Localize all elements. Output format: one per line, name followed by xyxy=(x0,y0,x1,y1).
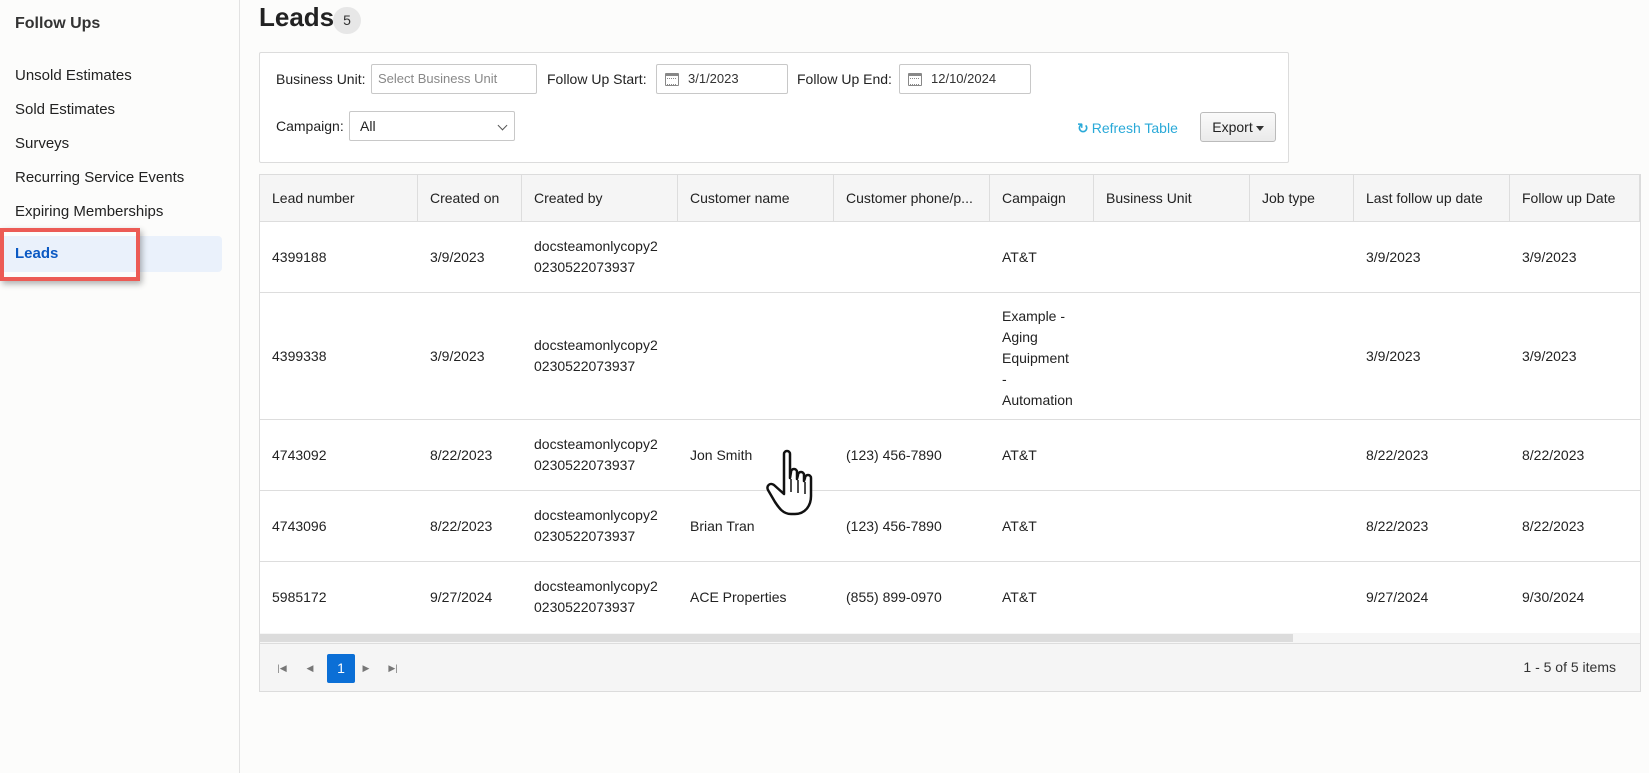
sidebar-item-leads[interactable]: Leads xyxy=(0,236,222,272)
cell-created-on: 8/22/2023 xyxy=(430,447,493,463)
previous-page-icon[interactable]: ◀ xyxy=(300,657,320,679)
column-header-lead-number[interactable]: Lead number xyxy=(260,175,418,222)
column-header-created-on[interactable]: Created on xyxy=(418,175,522,222)
refresh-table-button[interactable]: ↻ Refresh Table xyxy=(1077,120,1178,137)
scrollbar-thumb[interactable] xyxy=(260,634,1293,642)
cell-follow-up-date: 8/22/2023 xyxy=(1522,518,1585,534)
cell-customer-phone: (123) 456-7890 xyxy=(846,518,942,534)
cell-created-on: 9/27/2024 xyxy=(430,589,493,605)
follow-up-end-value: 12/10/2024 xyxy=(931,71,997,86)
leads-table: Lead number Created on Created by Custom… xyxy=(259,174,1641,692)
sidebar-item-recurring-service-events[interactable]: Recurring Service Events xyxy=(0,160,222,196)
table-row[interactable]: 4399188 3/9/2023 docsteamonlycopy2 023052… xyxy=(260,223,1640,293)
cell-last-follow-up-date: 8/22/2023 xyxy=(1366,518,1429,534)
cell-follow-up-date: 9/30/2024 xyxy=(1522,589,1585,605)
cell-last-follow-up-date: 8/22/2023 xyxy=(1366,447,1429,463)
table-row[interactable]: 5985172 9/27/2024 docsteamonlycopy2 02305… xyxy=(260,563,1640,633)
sidebar-item-unsold-estimates[interactable]: Unsold Estimates xyxy=(0,58,222,94)
cell-customer-name: ACE Properties xyxy=(690,589,787,605)
export-button[interactable]: Export xyxy=(1200,112,1276,142)
column-header-campaign[interactable]: Campaign xyxy=(990,175,1094,222)
refresh-icon: ↻ xyxy=(1077,120,1089,136)
cell-created-on: 3/9/2023 xyxy=(430,348,485,364)
cell-follow-up-date: 3/9/2023 xyxy=(1522,249,1577,265)
cell-last-follow-up-date: 9/27/2024 xyxy=(1366,589,1429,605)
table-row[interactable]: 4743092 8/22/2023 docsteamonlycopy2 02305… xyxy=(260,421,1640,491)
pagination-info: 1 - 5 of 5 items xyxy=(1523,659,1616,675)
cell-created-on: 8/22/2023 xyxy=(430,518,493,534)
follow-up-start-label: Follow Up Start: xyxy=(547,71,647,87)
current-page-button[interactable]: 1 xyxy=(327,654,355,683)
cell-created-by: docsteamonlycopy2 0230522073937 xyxy=(534,337,658,374)
cell-campaign: AT&T xyxy=(1002,249,1037,265)
campaign-label: Campaign: xyxy=(276,118,344,134)
caret-down-icon xyxy=(1255,125,1264,131)
cell-last-follow-up-date: 3/9/2023 xyxy=(1366,348,1421,364)
cell-last-follow-up-date: 3/9/2023 xyxy=(1366,249,1421,265)
campaign-select-value: All xyxy=(360,118,376,134)
cell-created-by: docsteamonlycopy2 0230522073937 xyxy=(534,578,658,615)
calendar-icon xyxy=(908,73,922,86)
cell-created-by: docsteamonlycopy2 0230522073937 xyxy=(534,238,658,275)
cell-lead-number: 5985172 xyxy=(272,589,327,605)
column-header-customer-name[interactable]: Customer name xyxy=(678,175,834,222)
column-header-follow-up-date[interactable]: Follow up Date xyxy=(1510,175,1640,222)
page-title: Leads xyxy=(259,2,335,32)
chevron-down-icon xyxy=(497,120,508,131)
horizontal-scrollbar[interactable] xyxy=(260,633,1640,643)
sidebar-item-expiring-memberships[interactable]: Expiring Memberships xyxy=(0,194,222,230)
business-unit-select[interactable]: Select Business Unit xyxy=(371,64,537,94)
follow-up-end-label: Follow Up End: xyxy=(797,71,892,87)
cell-lead-number: 4743092 xyxy=(272,447,327,463)
cell-lead-number: 4743096 xyxy=(272,518,327,534)
campaign-select[interactable]: All xyxy=(349,111,515,141)
cell-created-by: docsteamonlycopy2 0230522073937 xyxy=(534,507,658,544)
cell-follow-up-date: 8/22/2023 xyxy=(1522,447,1585,463)
first-page-icon[interactable]: |◀ xyxy=(272,657,292,679)
last-page-icon[interactable]: ▶| xyxy=(383,657,403,679)
cell-campaign: AT&T xyxy=(1002,447,1037,463)
sidebar-item-sold-estimates[interactable]: Sold Estimates xyxy=(0,92,222,128)
column-header-customer-phone[interactable]: Customer phone/p... xyxy=(834,175,990,222)
sidebar: Follow Ups Unsold Estimates Sold Estimat… xyxy=(0,0,240,773)
sidebar-title: Follow Ups xyxy=(15,15,101,32)
table-row[interactable]: 4743096 8/22/2023 docsteamonlycopy2 02305… xyxy=(260,492,1640,562)
business-unit-label: Business Unit: xyxy=(276,71,366,87)
export-label: Export xyxy=(1212,119,1253,135)
cell-created-by: docsteamonlycopy2 0230522073937 xyxy=(534,436,658,473)
lead-count-badge: 5 xyxy=(333,7,361,34)
sidebar-item-surveys[interactable]: Surveys xyxy=(0,126,222,162)
cell-customer-name: Brian Tran xyxy=(690,518,755,534)
follow-up-start-value: 3/1/2023 xyxy=(688,71,739,86)
table-header: Lead number Created on Created by Custom… xyxy=(260,175,1640,222)
follow-up-end-datepicker[interactable]: 12/10/2024 xyxy=(899,64,1031,94)
cell-customer-name: Jon Smith xyxy=(690,447,753,463)
calendar-icon xyxy=(665,73,679,86)
column-header-job-type[interactable]: Job type xyxy=(1250,175,1354,222)
cell-campaign: Example - Aging Equipment - Automation xyxy=(1002,308,1073,408)
cell-campaign: AT&T xyxy=(1002,589,1037,605)
cell-customer-phone: (855) 899-0970 xyxy=(846,589,942,605)
cell-lead-number: 4399338 xyxy=(272,348,327,364)
cell-follow-up-date: 3/9/2023 xyxy=(1522,348,1577,364)
cell-customer-phone: (123) 456-7890 xyxy=(846,447,942,463)
column-header-created-by[interactable]: Created by xyxy=(522,175,678,222)
cell-lead-number: 4399188 xyxy=(272,249,327,265)
column-header-last-follow-up-date[interactable]: Last follow up date xyxy=(1354,175,1510,222)
main-content: Leads 5 Business Unit: Select Business U… xyxy=(259,0,1649,773)
cell-campaign: AT&T xyxy=(1002,518,1037,534)
follow-up-start-datepicker[interactable]: 3/1/2023 xyxy=(656,64,788,94)
table-row[interactable]: 4399338 3/9/2023 docsteamonlycopy2 023052… xyxy=(260,294,1640,420)
refresh-table-label: Refresh Table xyxy=(1091,120,1178,136)
next-page-icon[interactable]: ▶ xyxy=(356,657,376,679)
column-header-business-unit[interactable]: Business Unit xyxy=(1094,175,1250,222)
filter-panel: Business Unit: Select Business Unit Foll… xyxy=(259,52,1289,163)
pagination: |◀ ◀ 1 ▶ ▶| 1 - 5 of 5 items xyxy=(260,643,1640,691)
cell-created-on: 3/9/2023 xyxy=(430,249,485,265)
